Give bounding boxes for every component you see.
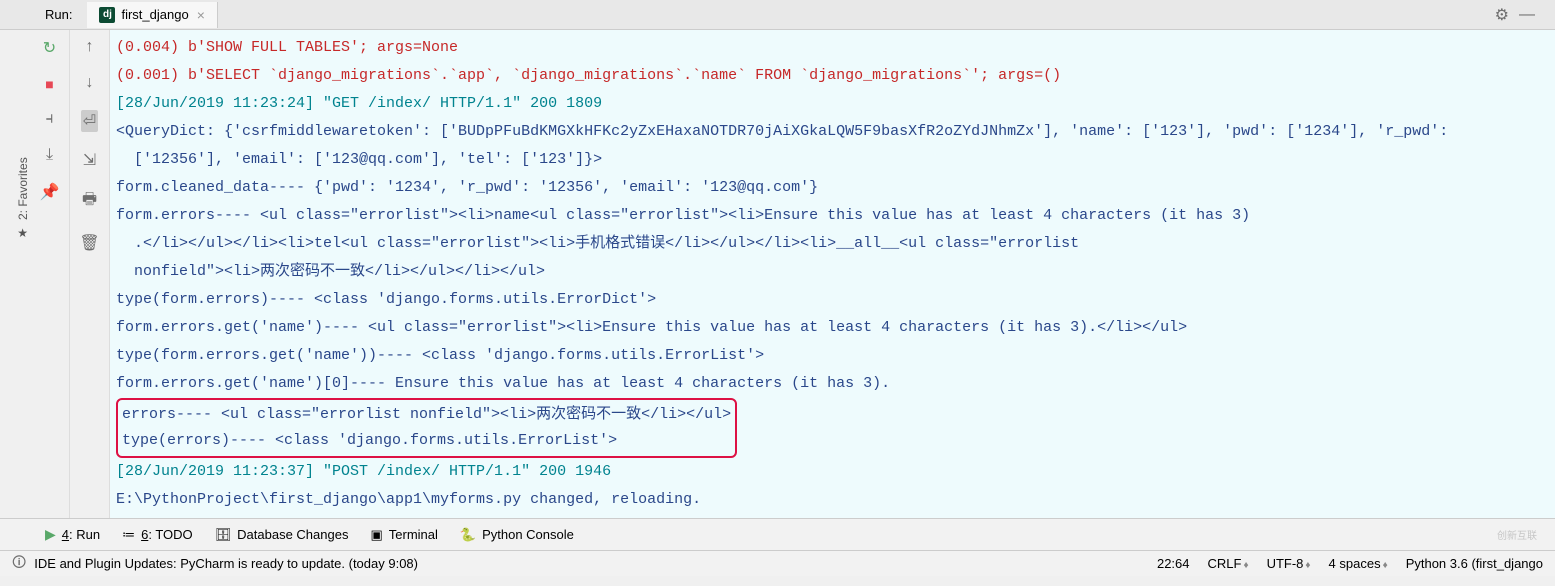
clear-icon[interactable]: 🗑 <box>79 233 99 253</box>
line-ending-selector[interactable]: CRLF♦ <box>1208 556 1249 571</box>
print-icon[interactable]: 🖶 <box>82 188 97 215</box>
info-icon[interactable]: 🛈 <box>12 552 26 576</box>
play-icon: ▶ <box>45 526 56 543</box>
terminal-icon: ▣ <box>370 527 382 543</box>
todo-tool-button[interactable]: ≔ 6: TODO <box>122 527 193 543</box>
encoding-selector[interactable]: UTF-8♦ <box>1267 556 1311 571</box>
wrap-icon[interactable]: ⏎ <box>81 110 98 132</box>
stop-icon[interactable]: ■ <box>45 76 53 92</box>
up-icon[interactable]: ↑ <box>86 38 94 56</box>
layout-icon[interactable]: ⫞ <box>45 110 53 128</box>
status-bar: 🛈 IDE and Plugin Updates: PyCharm is rea… <box>0 550 1555 576</box>
run-panel-header: Run: dj first_django × ⚙ — <box>0 0 1555 30</box>
scroll-icon[interactable]: ⇲ <box>83 150 96 170</box>
cursor-position[interactable]: 22:64 <box>1157 556 1190 571</box>
tab-name: first_django <box>121 7 188 22</box>
django-icon: dj <box>99 7 115 23</box>
interpreter-selector[interactable]: Python 3.6 (first_django <box>1406 556 1543 571</box>
minimize-icon[interactable]: — <box>1519 6 1535 24</box>
database-icon: 🗄 <box>215 527 232 543</box>
console-line: nonfield"><li>两次密码不一致</li></ul></li></ul… <box>116 263 545 280</box>
console-line: ['12356'], 'email': ['123@qq.com'], 'tel… <box>116 151 602 168</box>
db-changes-tool-button[interactable]: 🗄 Database Changes <box>215 527 349 543</box>
highlighted-output: errors---- <ul class="errorlist nonfield… <box>116 398 737 458</box>
console-line: form.errors.get('name')[0]---- Ensure th… <box>116 375 890 392</box>
update-message[interactable]: IDE and Plugin Updates: PyCharm is ready… <box>34 556 418 571</box>
console-output[interactable]: (0.004) b'SHOW FULL TABLES'; args=None (… <box>110 30 1555 518</box>
console-line: type(form.errors.get('name'))---- <class… <box>116 347 764 364</box>
console-line: (0.004) b'SHOW FULL TABLES'; args=None <box>116 39 458 56</box>
star-icon: ★ <box>18 226 29 240</box>
run-label: Run: <box>0 7 87 22</box>
watermark-logo: 创新互联 <box>1487 522 1547 548</box>
close-icon[interactable]: × <box>197 7 205 23</box>
console-line: (0.001) b'SELECT `django_migrations`.`ap… <box>116 67 1061 84</box>
console-line: form.errors.get('name')---- <ul class="e… <box>116 319 1187 336</box>
python-console-tool-button[interactable]: 🐍 Python Console <box>460 527 574 543</box>
indent-selector[interactable]: 4 spaces♦ <box>1329 556 1388 571</box>
console-line: form.errors---- <ul class="errorlist"><l… <box>116 207 1250 224</box>
console-line: [28/Jun/2019 11:23:24] "GET /index/ HTTP… <box>116 95 602 112</box>
console-line: E:\PythonProject\first_django\app1\myfor… <box>116 491 701 508</box>
console-line: type(form.errors)---- <class 'django.for… <box>116 291 656 308</box>
console-line: form.cleaned_data---- {'pwd': '1234', 'r… <box>116 179 818 196</box>
pin-icon[interactable]: 📌 <box>40 182 60 202</box>
terminal-tool-button[interactable]: ▣ Terminal <box>370 527 437 543</box>
console-line: <QueryDict: {'csrfmiddlewaretoken': ['BU… <box>116 123 1448 140</box>
todo-icon: ≔ <box>122 527 135 543</box>
left-tool-rail: ★ 2: Favorites ▦ 7: Structure <box>0 30 30 518</box>
python-icon: 🐍 <box>460 527 476 543</box>
console-line: [28/Jun/2019 11:23:37] "POST /index/ HTT… <box>116 463 611 480</box>
console-line: .</li></ul></li><li>tel<ul class="errorl… <box>116 235 1079 252</box>
run-tool-button[interactable]: ▶ 4: Run <box>45 526 100 543</box>
bottom-tool-bar: ▶ 4: Run ≔ 6: TODO 🗄 Database Changes ▣ … <box>0 518 1555 550</box>
down-icon[interactable]: ↓ <box>86 74 94 92</box>
gear-icon[interactable]: ⚙ <box>1495 5 1509 25</box>
run-gutter-primary: ↻ ■ ⫞ ⤓ 📌 <box>30 30 70 518</box>
run-tab[interactable]: dj first_django × <box>87 2 217 28</box>
run-gutter-secondary: ↑ ↓ ⏎ ⇲ 🖶 🗑 <box>70 30 110 518</box>
dump-icon[interactable]: ⤓ <box>46 146 53 164</box>
favorites-tool[interactable]: ★ 2: Favorites <box>16 158 30 241</box>
rerun-icon[interactable]: ↻ <box>43 38 56 58</box>
